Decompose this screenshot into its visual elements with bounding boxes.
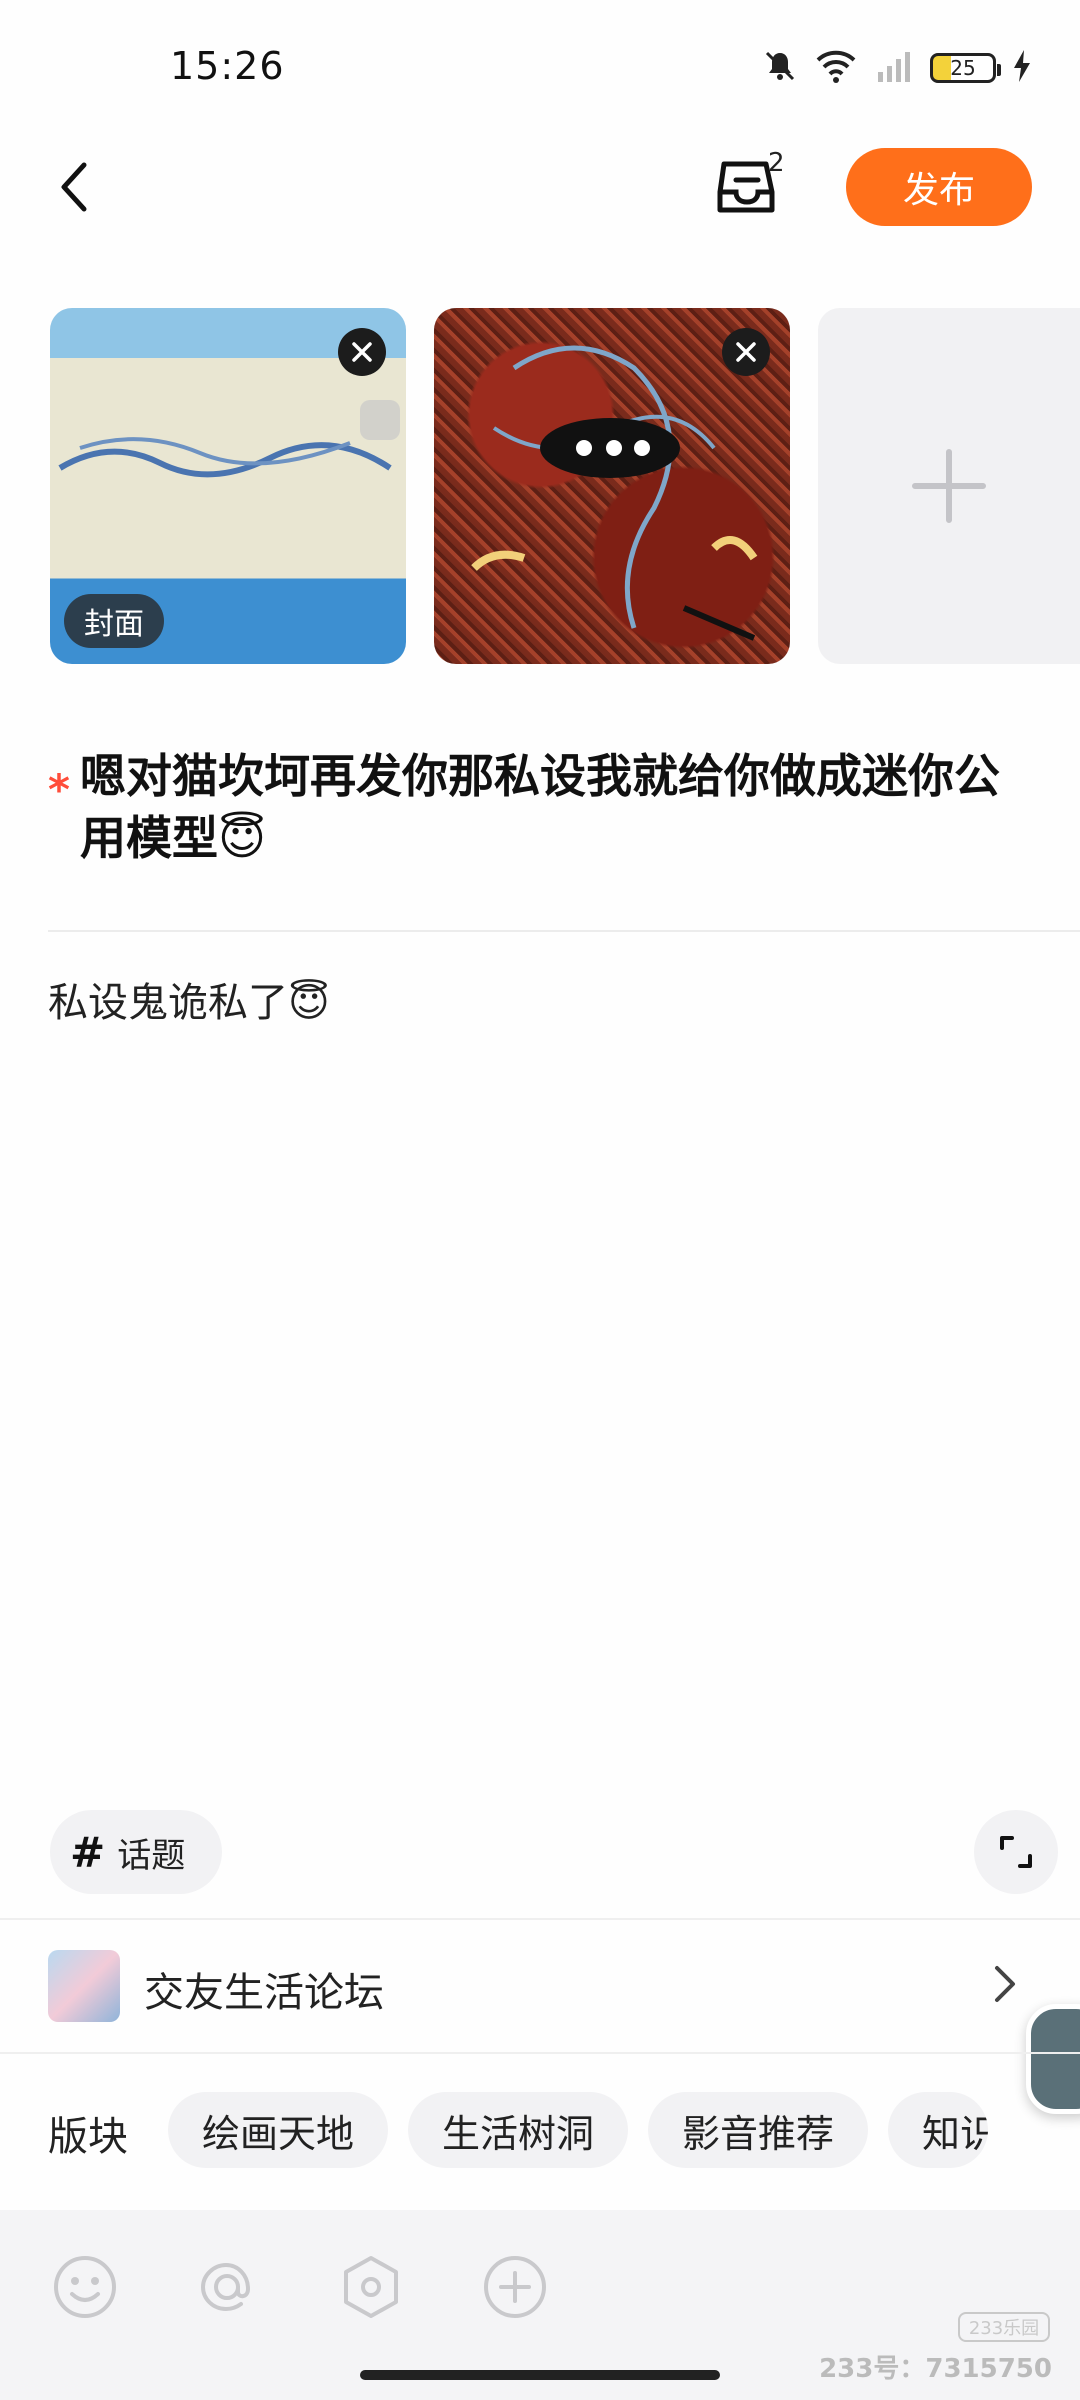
chevron-left-icon bbox=[61, 162, 87, 212]
status-icons: 25 bbox=[762, 46, 1032, 90]
post-body-field[interactable]: 私设鬼诡私了😇 bbox=[48, 970, 330, 1028]
hexagon-icon bbox=[344, 2256, 398, 2318]
home-indicator[interactable] bbox=[360, 2370, 720, 2380]
image-thumbnail-cover[interactable]: 封面 bbox=[50, 308, 406, 664]
section-chip[interactable]: 影音推荐 bbox=[648, 2092, 869, 2168]
publish-button[interactable]: 发布 bbox=[846, 148, 1032, 226]
mention-button[interactable] bbox=[194, 2254, 260, 2320]
charging-icon bbox=[1012, 48, 1032, 88]
forum-selector[interactable]: 交友生活论坛 bbox=[0, 1920, 1080, 2050]
draft-count-badge: 2 bbox=[768, 148, 785, 178]
post-title[interactable]: 嗯对猫坎坷再发你那私设我就给你做成迷你公用模型😇 bbox=[80, 745, 1040, 869]
cover-label: 封面 bbox=[64, 594, 164, 648]
battery-icon: 25 bbox=[930, 53, 1001, 83]
media-badge bbox=[360, 400, 400, 440]
section-chip[interactable]: 生活树洞 bbox=[408, 2092, 629, 2168]
image-thumbnail[interactable] bbox=[434, 308, 790, 664]
forum-avatar bbox=[48, 1950, 120, 2022]
add-more-button[interactable] bbox=[482, 2254, 548, 2320]
plus-icon bbox=[912, 449, 986, 523]
section-chip-list: 绘画天地 生活树洞 影音推荐 知识 bbox=[168, 2092, 989, 2168]
emoji-button[interactable] bbox=[52, 2254, 118, 2320]
section-label: 版块 bbox=[48, 2114, 128, 2160]
wifi-icon bbox=[814, 48, 858, 88]
status-time: 15:26 bbox=[170, 44, 285, 88]
battery-level: 25 bbox=[950, 56, 976, 80]
divider bbox=[0, 2052, 1080, 2054]
topic-button[interactable]: # 话题 bbox=[50, 1810, 222, 1894]
close-icon bbox=[352, 342, 372, 362]
watermark-logo: 233乐园 bbox=[958, 2312, 1050, 2342]
section-selector: 版块 绘画天地 生活树洞 影音推荐 知识 bbox=[0, 2090, 1080, 2170]
forum-name: 交友生活论坛 bbox=[144, 1970, 384, 2016]
divider bbox=[48, 930, 1080, 932]
settings-button[interactable] bbox=[338, 2254, 404, 2320]
cake-image bbox=[58, 437, 392, 478]
signal-icon bbox=[874, 48, 914, 88]
expand-icon bbox=[1000, 1836, 1032, 1868]
section-chip[interactable]: 知识 bbox=[888, 2092, 989, 2168]
expand-editor-button[interactable] bbox=[974, 1810, 1058, 1894]
remove-image-button[interactable] bbox=[722, 328, 770, 376]
mute-icon bbox=[762, 48, 798, 88]
remove-image-button[interactable] bbox=[338, 328, 386, 376]
topic-label: 话题 bbox=[117, 1835, 186, 1876]
close-icon bbox=[736, 342, 756, 362]
emoji-icon bbox=[54, 2256, 116, 2318]
at-icon bbox=[200, 2262, 251, 2312]
chevron-right-icon bbox=[995, 1966, 1015, 2002]
section-chip[interactable]: 绘画天地 bbox=[168, 2092, 389, 2168]
hash-icon: # bbox=[70, 1827, 106, 1877]
plus-circle-icon bbox=[484, 2256, 546, 2318]
add-image-button[interactable] bbox=[818, 308, 1080, 664]
watermark-text: 233号：7315750 bbox=[819, 2354, 1052, 2384]
required-mark: * bbox=[48, 765, 70, 814]
status-bar: 15:26 25 bbox=[0, 0, 1080, 140]
back-button[interactable] bbox=[48, 152, 98, 222]
